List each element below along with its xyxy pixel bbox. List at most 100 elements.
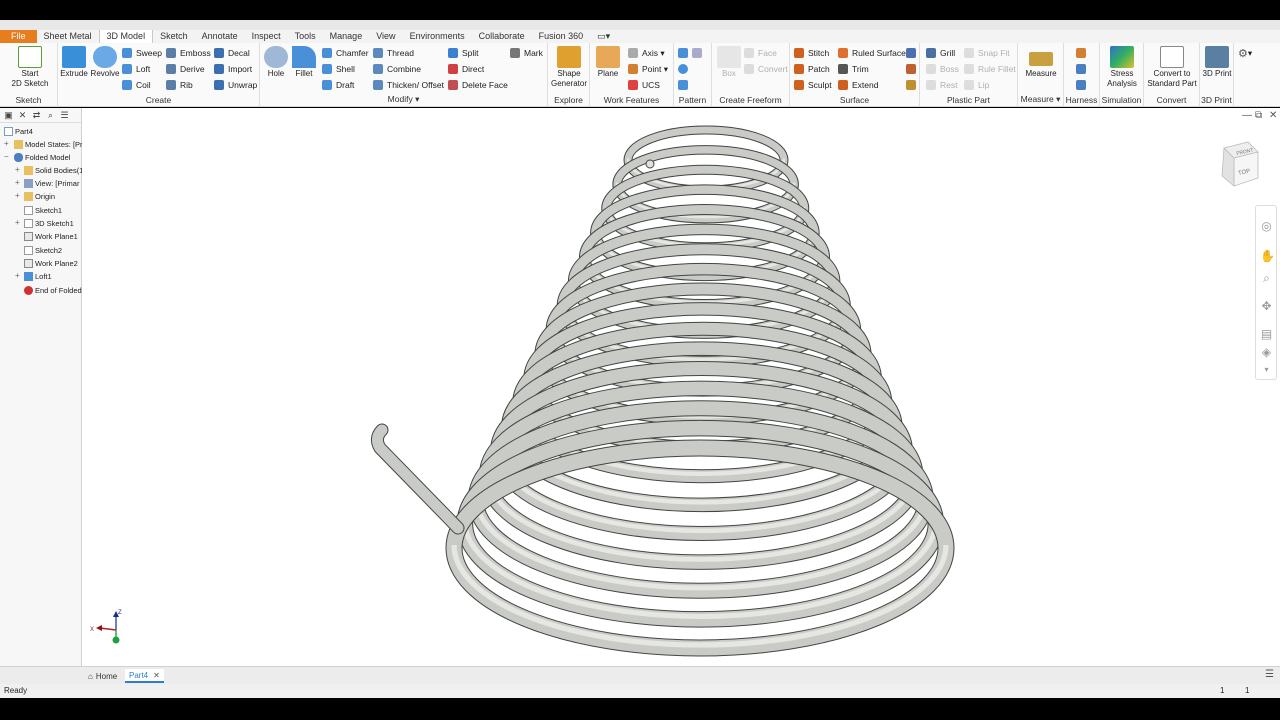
harness-tool-2-button[interactable] [1076,62,1090,76]
expand-toggle-icon[interactable]: + [4,139,9,148]
menu-icon[interactable]: ☰ [60,110,69,120]
tree-item-work-plane1[interactable]: Work Plane1 [24,230,78,243]
decal-button[interactable]: Decal [214,46,250,60]
minimize-view-icon[interactable]: — [1242,110,1252,121]
rectangular-pattern-button[interactable] [678,46,706,60]
start-2d-sketch-button[interactable]: Start 2D Sketch [8,46,52,89]
conical-coil-model[interactable] [82,108,1280,666]
tree-item-work-plane2[interactable]: Work Plane2 [24,257,78,270]
navbar-options-icon[interactable]: ▾ [1260,363,1273,376]
tab-home[interactable]: ⌂ Home [84,669,121,683]
tab-environments[interactable]: Environments [403,30,472,43]
expand-icon[interactable]: ⇄ [32,110,41,120]
tree-item-folded-model[interactable]: Folded Model [14,151,70,164]
tab-part4[interactable]: Part4 ✕ [125,669,164,683]
coil-button[interactable]: Coil [122,78,151,92]
snap-fit-button[interactable]: Snap Fit [964,46,1010,60]
boss-button[interactable]: Boss [926,62,959,76]
replace-face-button[interactable] [906,46,920,60]
fit-mesh-face-button[interactable] [906,78,920,92]
extend-button[interactable]: Extend [838,78,878,92]
plane-button[interactable]: Plane [594,46,622,79]
restore-view-icon[interactable]: ⧉ [1255,110,1262,121]
expand-toggle-icon[interactable]: + [15,271,20,280]
tab-collaborate[interactable]: Collaborate [472,30,532,43]
tree-item-part[interactable]: Part4 [4,125,33,138]
harness-tool-1-button[interactable] [1076,46,1090,60]
tree-item-solid-bodies[interactable]: Solid Bodies(1 [24,164,83,177]
derive-button[interactable]: Derive [166,62,205,76]
viewcube[interactable]: FRONT TOP [1218,138,1262,190]
steering-wheel-icon[interactable]: ◎ [1260,220,1273,233]
delete-face-button[interactable]: Delete Face [448,78,508,92]
tab-manage[interactable]: Manage [323,30,370,43]
orbit-icon[interactable]: ✥ [1260,300,1273,313]
pan-icon[interactable]: ✋ [1260,250,1275,263]
fillet-button[interactable]: Fillet [291,46,317,79]
thicken-offset-button[interactable]: Thicken/ Offset [373,78,444,92]
ucs-button[interactable]: UCS [628,78,660,92]
browser-tab-icon[interactable]: ▣ [4,110,13,120]
close-icon[interactable]: ✕ [18,110,27,120]
graphics-viewport[interactable] [82,108,1280,666]
direct-button[interactable]: Direct [448,62,484,76]
tree-item-view[interactable]: View: [Primar [24,177,79,190]
face-button[interactable]: Face [744,46,777,60]
panel-title-measure[interactable]: Measure ▾ [1018,94,1063,105]
convert-standard-part-button[interactable]: Convert to Standard Part [1146,46,1198,89]
draft-button[interactable]: Draft [322,78,354,92]
ribbon-options-icon[interactable]: ▭▾ [590,30,617,43]
tab-view[interactable]: View [369,30,402,43]
circular-pattern-button[interactable] [678,62,692,76]
mark-button[interactable]: Mark [510,46,543,60]
patch-button[interactable]: Patch [794,62,830,76]
hole-button[interactable]: Hole [263,46,289,79]
tab-fusion-360[interactable]: Fusion 360 [532,30,591,43]
tab-menu-icon[interactable]: ☰ [1265,669,1274,680]
expand-toggle-icon[interactable]: + [15,191,20,200]
repair-bodies-button[interactable] [906,62,920,76]
emboss-button[interactable]: Emboss [166,46,211,60]
axis-button[interactable]: Axis ▾ [628,46,665,60]
rib-button[interactable]: Rib [166,78,193,92]
harness-tool-3-button[interactable] [1076,78,1090,92]
tab-annotate[interactable]: Annotate [195,30,245,43]
tab-tools[interactable]: Tools [288,30,323,43]
convert-freeform-button[interactable]: Convert [744,62,788,76]
thread-button[interactable]: Thread [373,46,414,60]
close-tab-icon[interactable]: ✕ [153,671,160,680]
tree-item-sketch2[interactable]: Sketch2 [24,244,62,257]
ruled-surface-button[interactable]: Ruled Surface [838,46,906,60]
split-button[interactable]: Split [448,46,479,60]
tab-3d-model[interactable]: 3D Model [98,30,154,43]
expand-toggle-icon[interactable]: + [15,178,20,187]
tree-item-3d-sketch1[interactable]: 3D Sketch1 [24,217,74,230]
sketch-pattern-button[interactable] [678,78,692,92]
tree-item-origin[interactable]: Origin [24,190,55,203]
stress-analysis-button[interactable]: Stress Analysis [1102,46,1142,89]
unwrap-button[interactable]: Unwrap [214,78,257,92]
shape-generator-button[interactable]: Shape Generator [550,46,588,89]
lip-button[interactable]: Lip [964,78,989,92]
tree-item-model-states[interactable]: Model States: [Pr [14,138,83,151]
close-view-icon[interactable]: ✕ [1269,110,1277,121]
tree-item-end-of-folded[interactable]: End of Folded [24,284,82,297]
sculpt-button[interactable]: Sculpt [794,78,832,92]
measure-button[interactable]: Measure [1022,46,1060,79]
zoom-icon[interactable]: ⌕ [1260,272,1273,285]
look-at-icon[interactable]: ▤ [1260,328,1273,341]
trim-button[interactable]: Trim [838,62,869,76]
rest-button[interactable]: Rest [926,78,957,92]
tab-file[interactable]: File [0,30,37,43]
chamfer-button[interactable]: Chamfer [322,46,369,60]
tab-inspect[interactable]: Inspect [245,30,288,43]
stitch-button[interactable]: Stitch [794,46,829,60]
shell-button[interactable]: Shell [322,62,355,76]
ribbon-customize-button[interactable]: ⚙ ▾ [1238,46,1252,60]
tree-item-loft1[interactable]: Loft1 [24,270,52,283]
combine-button[interactable]: Combine [373,62,421,76]
3d-print-button[interactable]: 3D Print [1201,46,1233,79]
sweep-button[interactable]: Sweep [122,46,162,60]
rule-fillet-button[interactable]: Rule Fillet [964,62,1016,76]
tree-item-sketch1[interactable]: Sketch1 [24,204,62,217]
